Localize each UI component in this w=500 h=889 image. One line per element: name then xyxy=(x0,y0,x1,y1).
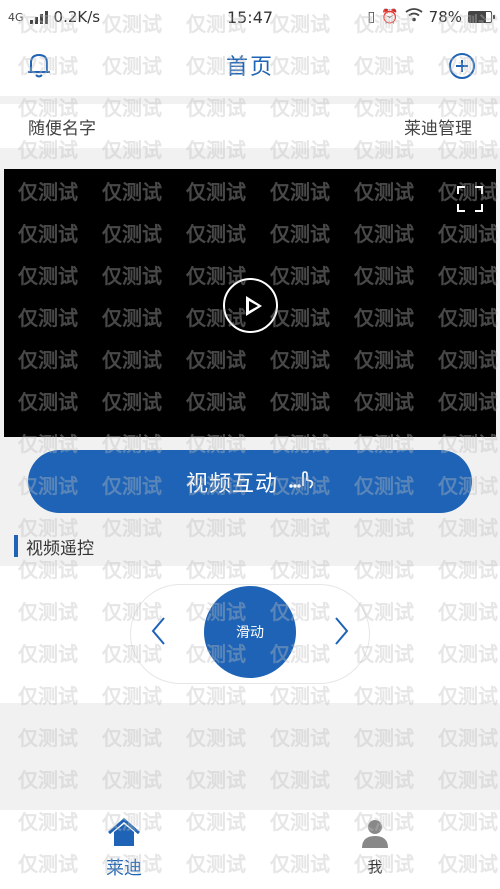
home-icon xyxy=(107,818,141,852)
chevron-right-icon[interactable] xyxy=(334,616,350,646)
tab-me[interactable]: 我 xyxy=(325,818,425,886)
watermark-text: 仅测试 xyxy=(354,726,414,750)
section-title: 视频遥控 xyxy=(14,532,94,560)
watermark-text: 仅测试 xyxy=(270,516,330,540)
status-left: 4G 0.2K/s xyxy=(8,8,100,26)
watermark-text: 仅测试 xyxy=(102,516,162,540)
hand-icon xyxy=(288,468,314,495)
battery-percent: 78% xyxy=(428,8,462,26)
battery-icon xyxy=(468,11,495,23)
device-bar: 随便名字 莱迪管理 xyxy=(0,104,500,148)
remote-control: 滑动 xyxy=(0,566,500,703)
network-type: 4G xyxy=(8,10,24,24)
watermark-text: 仅测试 xyxy=(186,768,246,792)
watermark-text: 仅测试 xyxy=(186,726,246,750)
video-interact-label: 视频互动 xyxy=(185,471,278,497)
play-icon[interactable] xyxy=(223,278,278,333)
fullscreen-icon[interactable] xyxy=(456,185,484,213)
watermark-text: 仅测试 xyxy=(186,516,246,540)
video-player[interactable] xyxy=(4,169,496,437)
watermark-text: 仅测试 xyxy=(270,726,330,750)
plus-circle-icon[interactable] xyxy=(446,50,478,82)
status-bar: 4G 0.2K/s 15:47 ▯ ⏰ 78% xyxy=(0,0,500,34)
page-title: 首页 xyxy=(225,55,274,80)
header: 首页 xyxy=(0,34,500,96)
bell-icon[interactable] xyxy=(22,48,56,82)
section-title-text: 视频遥控 xyxy=(26,538,94,559)
tab-home[interactable]: 莱迪 xyxy=(74,818,174,886)
user-icon xyxy=(360,818,390,852)
device-name[interactable]: 随便名字 xyxy=(28,114,96,139)
watermark-text: 仅测试 xyxy=(354,516,414,540)
alarm-icon: ⏰ xyxy=(381,9,399,25)
wifi-icon xyxy=(405,8,423,26)
vibrate-icon: ▯ xyxy=(367,9,376,25)
watermark-text: 仅测试 xyxy=(102,726,162,750)
manage-link[interactable]: 莱迪管理 xyxy=(404,114,472,139)
watermark-text: 仅测试 xyxy=(354,768,414,792)
slide-button[interactable]: 滑动 xyxy=(204,586,296,678)
status-right: ▯ ⏰ 78% xyxy=(367,8,495,26)
watermark-text: 仅测试 xyxy=(438,768,498,792)
tab-bar: 莱迪 我 xyxy=(0,810,500,889)
watermark-text: 仅测试 xyxy=(18,726,78,750)
network-speed: 0.2K/s xyxy=(53,8,101,26)
signal-icon xyxy=(29,10,48,24)
watermark-text: 仅测试 xyxy=(102,768,162,792)
watermark-text: 仅测试 xyxy=(438,516,498,540)
watermark-text: 仅测试 xyxy=(18,768,78,792)
tab-me-label: 我 xyxy=(367,858,383,876)
watermark-text: 仅测试 xyxy=(438,726,498,750)
chevron-left-icon[interactable] xyxy=(150,616,166,646)
watermark-text: 仅测试 xyxy=(270,768,330,792)
video-interact-button[interactable]: 视频互动 xyxy=(28,450,472,513)
slide-button-label: 滑动 xyxy=(236,625,264,641)
tab-home-label: 莱迪 xyxy=(106,858,142,879)
section-marker xyxy=(14,535,18,557)
